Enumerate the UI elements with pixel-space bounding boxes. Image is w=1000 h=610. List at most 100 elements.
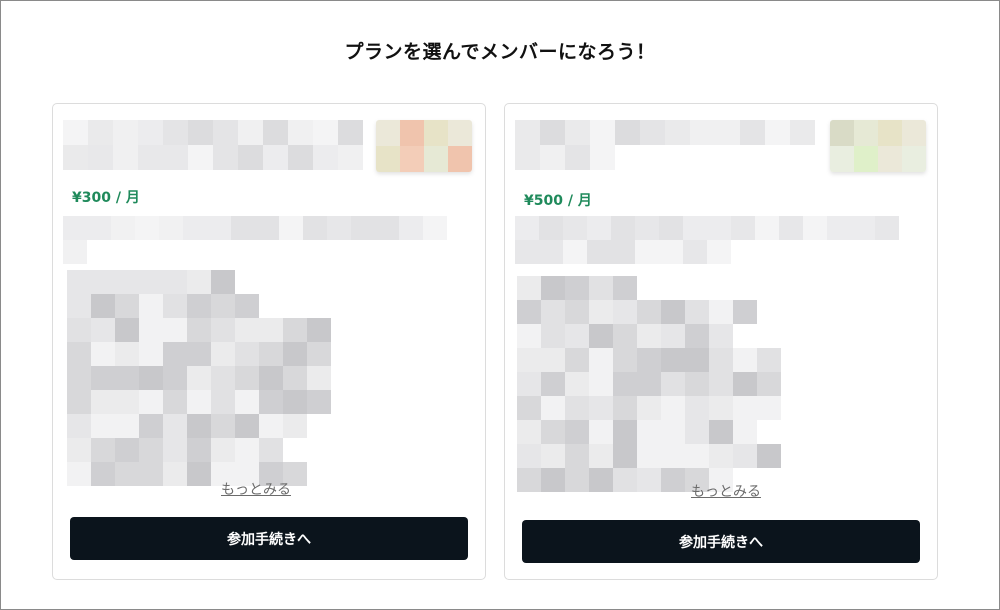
- pixel-block: [517, 396, 541, 420]
- pixel-block: [163, 414, 187, 438]
- pixel-block: [283, 318, 307, 342]
- pixel-block: [709, 300, 733, 324]
- pixel-block: [375, 240, 399, 264]
- pixel-block: [565, 444, 589, 468]
- plan-card: ¥500 / 月 もっとみる 参加手続きへ: [504, 103, 938, 580]
- pixel-block: [159, 240, 183, 264]
- pixel-block: [589, 396, 613, 420]
- pixel-block: [163, 294, 187, 318]
- pixel-block: [779, 216, 803, 240]
- pixel-block: [67, 342, 91, 366]
- pixel-block: [515, 240, 539, 264]
- pixel-block: [67, 438, 91, 462]
- pixel-block: [283, 438, 307, 462]
- pixel-block: [307, 294, 331, 318]
- pixel-block: [115, 390, 139, 414]
- pixel-block: [830, 146, 854, 172]
- pixel-block: [685, 276, 709, 300]
- pixel-block: [283, 414, 307, 438]
- pixel-block: [163, 366, 187, 390]
- pixel-block: [235, 270, 259, 294]
- pixel-block: [235, 342, 259, 366]
- pixel-block: [235, 318, 259, 342]
- pixel-block: [540, 145, 565, 170]
- pixel-block: [685, 324, 709, 348]
- pixel-block: [541, 348, 565, 372]
- pixel-block: [63, 145, 88, 170]
- pixel-block: [115, 414, 139, 438]
- pixel-block: [613, 372, 637, 396]
- pixel-block: [111, 240, 135, 264]
- pixel-block: [67, 390, 91, 414]
- pixel-block: [207, 216, 231, 240]
- pixel-block: [400, 120, 424, 146]
- pixel-block: [351, 216, 375, 240]
- pixel-block: [187, 366, 211, 390]
- pixel-block: [183, 216, 207, 240]
- show-more-link[interactable]: もっとみる: [39, 479, 473, 499]
- pixel-block: [757, 276, 781, 300]
- pixel-block: [307, 318, 331, 342]
- pixel-block: [235, 366, 259, 390]
- pixel-block: [541, 396, 565, 420]
- pixel-block: [637, 300, 661, 324]
- pixel-block: [187, 294, 211, 318]
- join-button[interactable]: 参加手続きへ: [70, 517, 468, 560]
- pixel-block: [448, 146, 472, 172]
- pixel-block: [589, 276, 613, 300]
- pixel-block: [541, 324, 565, 348]
- plan-price: ¥300 / 月: [72, 190, 140, 206]
- pixel-block: [611, 216, 635, 240]
- pixel-block: [715, 145, 740, 170]
- pixel-block: [91, 270, 115, 294]
- pixel-block: [790, 145, 815, 170]
- pixel-block: [587, 240, 611, 264]
- pixel-block: [307, 438, 331, 462]
- pixel-block: [187, 438, 211, 462]
- plan-price: ¥500 / 月: [524, 193, 592, 209]
- pixel-block: [211, 414, 235, 438]
- pixel-block: [307, 390, 331, 414]
- pixel-block: [115, 294, 139, 318]
- pixel-block: [637, 324, 661, 348]
- pixel-block: [115, 366, 139, 390]
- pixel-block: [661, 372, 685, 396]
- pixel-block: [757, 300, 781, 324]
- join-button[interactable]: 参加手続きへ: [522, 520, 920, 563]
- pixel-block: [613, 444, 637, 468]
- pixel-block: [709, 396, 733, 420]
- pixel-block: [376, 120, 400, 146]
- pixel-block: [139, 438, 163, 462]
- pixel-block: [733, 276, 757, 300]
- pixel-block: [517, 372, 541, 396]
- pixel-block: [878, 146, 902, 172]
- pixel-block: [637, 276, 661, 300]
- pixel-block: [565, 276, 589, 300]
- plan-benefits-pixelated: [67, 270, 331, 486]
- pixel-block: [283, 390, 307, 414]
- pixel-block: [163, 342, 187, 366]
- pixel-block: [589, 324, 613, 348]
- pixel-block: [307, 366, 331, 390]
- show-more-link[interactable]: もっとみる: [509, 481, 943, 501]
- pixel-block: [307, 414, 331, 438]
- pixel-block: [803, 216, 827, 240]
- pixel-block: [803, 240, 827, 264]
- pixel-block: [541, 276, 565, 300]
- pixel-block: [91, 414, 115, 438]
- pixel-block: [211, 390, 235, 414]
- pixel-block: [139, 270, 163, 294]
- pixel-block: [111, 216, 135, 240]
- pixel-block: [565, 348, 589, 372]
- pixel-block: [163, 318, 187, 342]
- pixel-block: [67, 318, 91, 342]
- pixel-block: [707, 216, 731, 240]
- pixel-block: [661, 420, 685, 444]
- plan-description-pixelated: [515, 216, 899, 264]
- pixel-block: [565, 145, 590, 170]
- pixel-block: [661, 444, 685, 468]
- pixel-block: [733, 372, 757, 396]
- pixel-block: [87, 240, 111, 264]
- pixel-block: [259, 414, 283, 438]
- pixel-block: [637, 372, 661, 396]
